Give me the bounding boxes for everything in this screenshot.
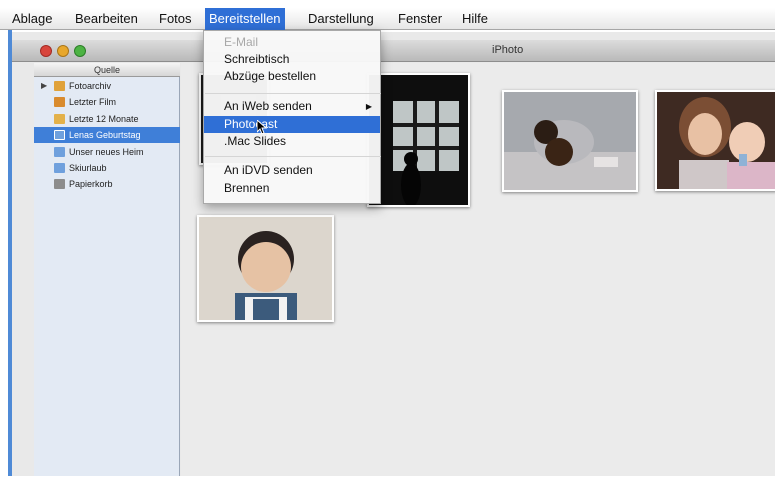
source-item-label: Fotoarchiv (69, 81, 112, 91)
menu-darstellung[interactable]: Darstellung (304, 8, 378, 30)
dog-on-couch-photo (504, 92, 636, 190)
mouse-cursor-icon (257, 120, 267, 134)
source-item-lenas-geburtstag[interactable]: Lenas Geburtstag (34, 127, 180, 143)
menu-item-email: E-Mail (224, 35, 259, 49)
minimize-button[interactable] (57, 45, 69, 57)
source-item-unser-neues-heim[interactable]: Unser neues Heim (34, 144, 180, 160)
zoom-button[interactable] (74, 45, 86, 57)
menu-item-label: An iWeb senden (224, 99, 312, 113)
menu-bearbeiten[interactable]: Bearbeiten (71, 8, 142, 30)
photo-thumbnail[interactable] (367, 73, 470, 207)
source-item-label: Letzter Film (69, 97, 117, 107)
album-icon (54, 130, 65, 140)
menu-item-schreibtisch[interactable]: Schreibtisch (204, 51, 380, 68)
menu-hilfe[interactable]: Hilfe (458, 8, 492, 30)
baby-photo (199, 217, 332, 320)
menu-separator (205, 93, 381, 94)
menu-bereitstellen[interactable]: Bereitstellen (205, 8, 285, 30)
menu-ablage[interactable]: Ablage (8, 8, 56, 30)
source-item-label: Lenas Geburtstag (69, 130, 141, 140)
share-menu: E-Mail Schreibtisch Abzüge bestellen An … (203, 30, 381, 204)
menu-item-an-idvd-senden[interactable]: An iDVD senden (204, 162, 380, 179)
source-list-header: Quelle (34, 63, 180, 77)
source-item-label: Letzte 12 Monate (69, 114, 139, 124)
source-item-letzter-film[interactable]: Letzter Film (34, 94, 180, 110)
disclosure-triangle-icon[interactable]: ▶ (41, 78, 47, 94)
calendar-icon (54, 114, 65, 124)
photo-thumbnail[interactable] (502, 90, 638, 192)
source-item-papierkorb[interactable]: Papierkorb (34, 176, 180, 192)
photo-thumbnail[interactable] (655, 90, 775, 191)
source-item-skiurlaub[interactable]: Skiurlaub (34, 160, 180, 176)
menu-item-abzuege-bestellen[interactable]: Abzüge bestellen (204, 68, 380, 85)
menu-item-photocast[interactable]: Photocast (204, 116, 380, 133)
source-list: Quelle ▶ Fotoarchiv Letzter Film Letzte … (34, 63, 180, 476)
source-item-label: Unser neues Heim (69, 147, 144, 157)
album-icon (54, 163, 65, 173)
menu-item-mac-slides[interactable]: .Mac Slides (204, 133, 380, 150)
source-item-fotoarchiv[interactable]: ▶ Fotoarchiv (34, 78, 180, 94)
source-item-label: Skiurlaub (69, 163, 107, 173)
menu-fotos[interactable]: Fotos (155, 8, 196, 30)
album-icon (54, 147, 65, 157)
menu-item-brennen[interactable]: Brennen (204, 180, 380, 197)
source-item-letzte-12-monate[interactable]: Letzte 12 Monate (34, 111, 180, 127)
submenu-arrow-icon: ▶ (365, 102, 372, 111)
two-girls-photo (657, 92, 775, 189)
menu-bar: Ablage Bearbeiten Fotos Bereitstellen Da… (0, 8, 775, 30)
menu-item-an-iweb-senden[interactable]: An iWeb senden ▶ (204, 98, 380, 115)
menu-separator (205, 156, 381, 157)
window-silhouette-photo (369, 75, 468, 205)
window-titlebar[interactable]: iPhoto (12, 40, 775, 62)
menu-fenster[interactable]: Fenster (394, 8, 446, 30)
trash-icon (54, 179, 65, 189)
film-icon (54, 97, 65, 107)
library-icon (54, 81, 65, 91)
window-title: iPhoto (492, 44, 524, 56)
close-button[interactable] (40, 45, 52, 57)
screen: Ablage Bearbeiten Fotos Bereitstellen Da… (0, 0, 775, 483)
photo-thumbnail[interactable] (197, 215, 334, 322)
source-item-label: Papierkorb (69, 179, 113, 189)
